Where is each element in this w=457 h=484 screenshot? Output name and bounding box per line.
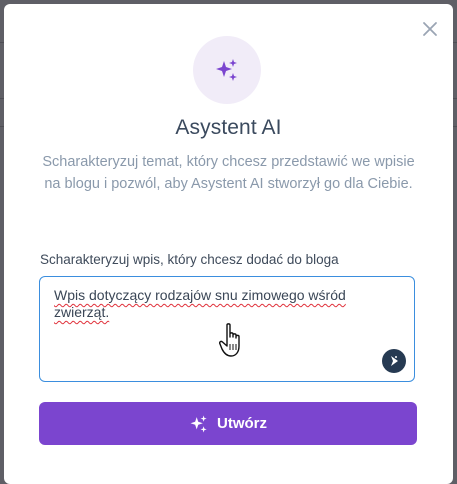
hand-pointer-cursor (219, 323, 240, 357)
close-icon (423, 22, 437, 36)
assistant-badge-button[interactable] (382, 349, 406, 373)
post-description-label: Scharakteryzuj wpis, który chcesz dodać … (40, 252, 339, 267)
modal-title: Asystent AI (175, 116, 282, 139)
assistant-badge-icon (391, 356, 398, 366)
ai-header-badge (193, 36, 261, 104)
textarea-value: Wpis dotyczący rodzajów snu zimowego wśr… (54, 287, 346, 320)
create-button-label: Utwórz (217, 415, 267, 432)
close-button[interactable] (421, 20, 439, 38)
sparkles-icon (190, 415, 207, 432)
sparkles-icon (216, 59, 237, 81)
ai-assistant-modal: Asystent AI Scharakteryzuj temat, który … (4, 4, 453, 484)
create-button[interactable]: Utwórz (39, 402, 417, 445)
modal-description: Scharakteryzuj temat, który chcesz przed… (42, 154, 415, 192)
